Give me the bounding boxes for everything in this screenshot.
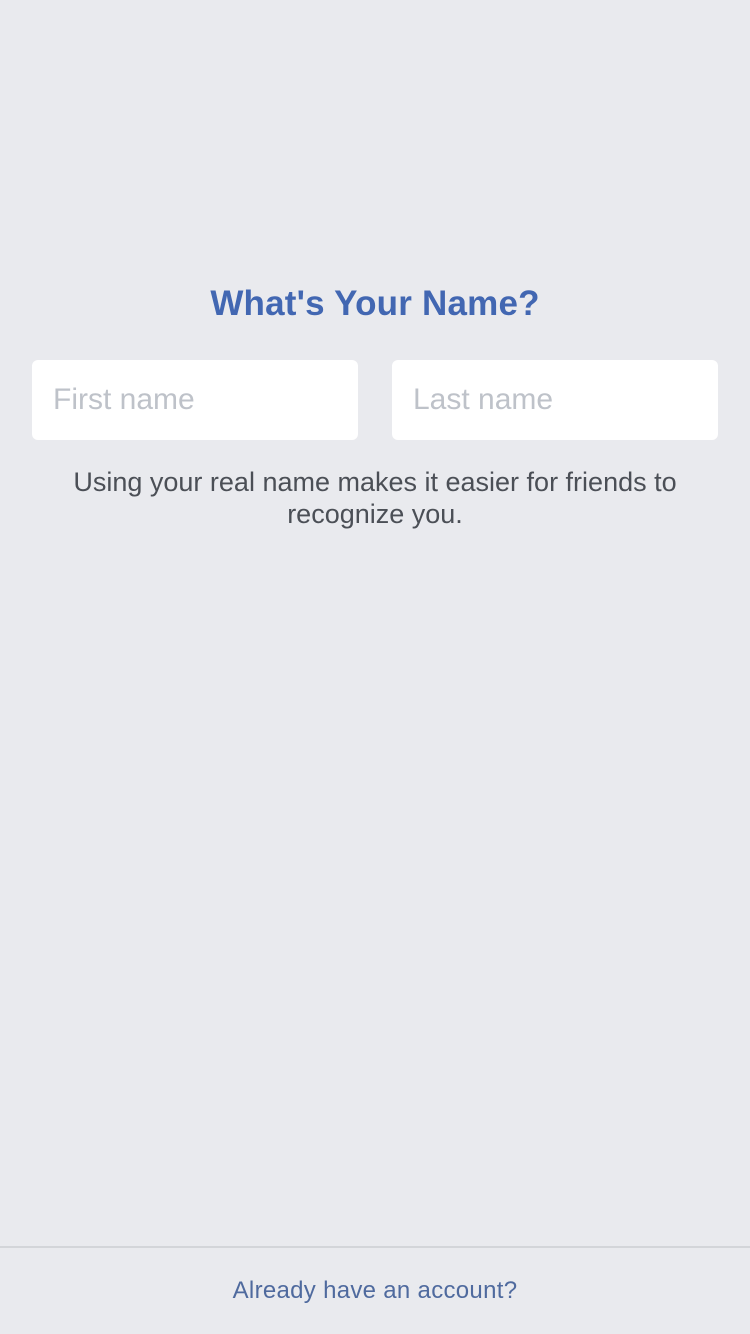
signup-name-screen: What's Your Name? Using your real name m… <box>0 0 750 1334</box>
name-form: What's Your Name? Using your real name m… <box>0 282 750 530</box>
already-have-account-link[interactable]: Already have an account? <box>233 1277 518 1305</box>
last-name-input[interactable] <box>392 360 718 440</box>
first-name-input[interactable] <box>32 360 358 440</box>
page-title: What's Your Name? <box>210 284 540 323</box>
helper-text: Using your real name makes it easier for… <box>73 467 677 529</box>
footer-bar: Already have an account? <box>0 1246 750 1334</box>
name-fields-row <box>32 360 718 440</box>
